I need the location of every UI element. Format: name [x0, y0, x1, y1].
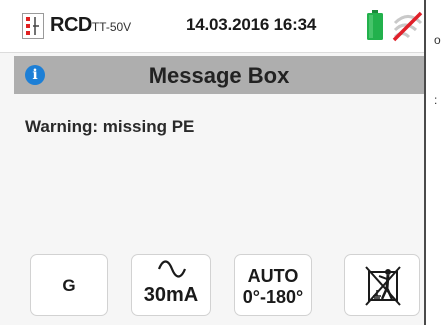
current-30ma-button[interactable]: 30mA: [131, 254, 211, 316]
auto-phase-button[interactable]: AUTO 0°-180°: [234, 254, 312, 316]
message-box-title-bar: i Message Box: [14, 56, 424, 94]
function-subtype: TT-50V: [91, 20, 132, 34]
edge-marker-middle: :: [434, 93, 438, 107]
battery-icon: [367, 10, 383, 40]
date-time: 14.03.2016 16:34: [186, 15, 317, 34]
status-bar: RCDTT-50V 14.03.2016 16:34: [0, 0, 424, 53]
wifi-off-icon: [390, 10, 424, 42]
g-button[interactable]: G: [30, 254, 108, 316]
device-screenshot: o : RCDTT-50V 14.03.2016 16:34 i Message…: [0, 0, 446, 325]
pe-disabled-icon: [365, 266, 401, 306]
sine-wave-icon: [157, 260, 187, 278]
message-box-title: Message Box: [148, 63, 290, 88]
auto-label: AUTO: [247, 266, 299, 286]
function-label: RCDTT-50V: [50, 14, 131, 37]
rcd-icon: [22, 13, 44, 39]
edge-marker-top: o: [434, 33, 441, 47]
pe-disabled-button[interactable]: [344, 254, 420, 316]
warning-message: Warning: missing PE: [25, 117, 195, 136]
function-name: RCD: [50, 14, 92, 36]
current-30ma-label: 30mA: [143, 284, 199, 306]
instrument-display: RCDTT-50V 14.03.2016 16:34 i Message Box…: [0, 0, 426, 325]
g-button-label: G: [62, 276, 76, 295]
phase-range-label: 0°-180°: [242, 287, 304, 307]
